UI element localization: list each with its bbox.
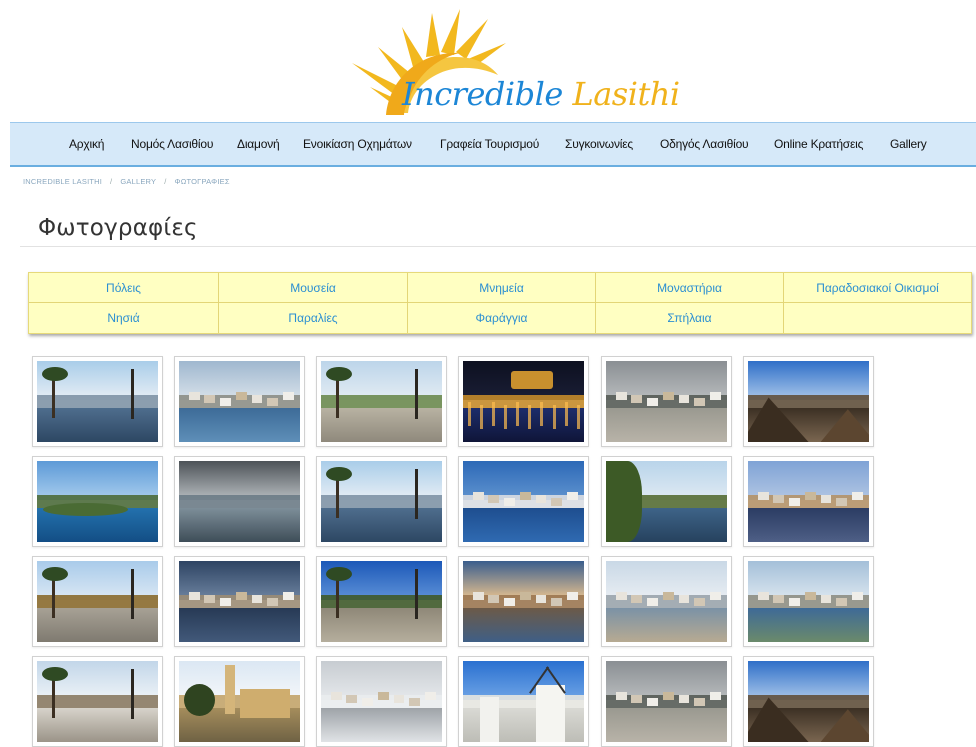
gallery-thumbnail[interactable] [458, 456, 589, 547]
gallery-photo-image [179, 361, 300, 442]
gallery-thumbnail[interactable] [174, 556, 305, 647]
category-cities[interactable]: Πόλεις [29, 273, 219, 303]
category-monuments[interactable]: Μνημεία [408, 273, 596, 303]
gallery-photo-image [748, 561, 869, 642]
category-monasteries[interactable]: Μοναστήρια [596, 273, 784, 303]
gallery-thumbnail[interactable] [601, 356, 732, 447]
gallery-thumbnail[interactable] [458, 556, 589, 647]
logo-word-incredible: Incredible [402, 75, 563, 113]
nav-item-online-booking[interactable]: Online Κρατήσεις [774, 137, 863, 151]
site-logo[interactable]: Incredible Lasithi [340, 5, 680, 117]
gallery-thumbnail[interactable] [743, 356, 874, 447]
gallery-thumbnail[interactable] [743, 456, 874, 547]
category-gorges[interactable]: Φαράγγια [408, 303, 596, 333]
gallery-thumbnail[interactable] [316, 456, 447, 547]
logo-text: Incredible Lasithi [402, 75, 680, 113]
page-title: Φωτογραφίες [38, 215, 198, 241]
gallery-photo-image [321, 561, 442, 642]
breadcrumb-gallery[interactable]: GALLERY [120, 177, 156, 186]
gallery-photo-image [463, 361, 584, 442]
nav-item-transport[interactable]: Συγκοινωνίες [565, 137, 633, 151]
gallery-thumbnail[interactable] [32, 456, 163, 547]
gallery-photo-image [179, 561, 300, 642]
nav-item-guide[interactable]: Οδηγός Λασιθίου [660, 137, 749, 151]
category-empty [784, 303, 971, 333]
gallery-photo-image [321, 661, 442, 742]
gallery-photo-image [321, 361, 442, 442]
gallery-thumbnail[interactable] [174, 656, 305, 747]
gallery-photo-image [606, 361, 727, 442]
nav-item-prefecture[interactable]: Νομός Λασιθίου [131, 137, 213, 151]
gallery-photo-image [606, 561, 727, 642]
gallery-photo-image [463, 661, 584, 742]
gallery-photo-image [37, 661, 158, 742]
gallery-thumbnail[interactable] [743, 656, 874, 747]
category-traditional-villages[interactable]: Παραδοσιακοί Οικισμοί [784, 273, 971, 303]
gallery-thumbnail[interactable] [458, 356, 589, 447]
gallery-photo-image [748, 461, 869, 542]
gallery-thumbnail[interactable] [32, 356, 163, 447]
gallery-thumbnail[interactable] [743, 556, 874, 647]
gallery-thumbnail[interactable] [316, 356, 447, 447]
gallery-thumbnail[interactable] [316, 656, 447, 747]
gallery-photo-image [37, 561, 158, 642]
gallery-thumbnail[interactable] [601, 656, 732, 747]
gallery-thumbnail[interactable] [32, 656, 163, 747]
gallery-photo-image [463, 561, 584, 642]
logo-word-lasithi: Lasithi [572, 75, 680, 113]
gallery-photo-image [606, 661, 727, 742]
gallery-photo-image [463, 461, 584, 542]
breadcrumb-separator: / [110, 177, 113, 186]
gallery-photo-image [321, 461, 442, 542]
gallery-thumbnail[interactable] [601, 556, 732, 647]
gallery-photo-image [37, 461, 158, 542]
nav-item-tourist-offices[interactable]: Γραφεία Τουρισμού [440, 137, 539, 151]
main-nav: Αρχική Νομός Λασιθίου Διαμονή Ενοικίαση … [10, 122, 976, 167]
gallery-photo-image [748, 661, 869, 742]
gallery-photo-image [748, 361, 869, 442]
breadcrumb-home[interactable]: INCREDIBLE LASITHI [23, 177, 102, 186]
category-museums[interactable]: Μουσεία [219, 273, 408, 303]
gallery-photo-image [179, 461, 300, 542]
category-caves[interactable]: Σπήλαια [596, 303, 784, 333]
gallery-thumbnail[interactable] [601, 456, 732, 547]
breadcrumb-separator: / [164, 177, 167, 186]
breadcrumb: INCREDIBLE LASITHI / GALLERY / ΦΩΤΟΓΡΑΦΙΕΣ [23, 177, 230, 186]
title-divider [20, 246, 976, 247]
gallery-photo-image [179, 661, 300, 742]
category-menu: Πόλεις Μουσεία Μνημεία Μοναστήρια Παραδο… [28, 272, 972, 334]
nav-item-car-rental[interactable]: Ενοικίαση Οχημάτων [303, 137, 412, 151]
category-islands[interactable]: Νησιά [29, 303, 219, 333]
nav-item-home[interactable]: Αρχική [69, 137, 104, 151]
gallery-thumbnail[interactable] [32, 556, 163, 647]
category-beaches[interactable]: Παραλίες [219, 303, 408, 333]
nav-item-gallery[interactable]: Gallery [890, 137, 927, 151]
breadcrumb-current: ΦΩΤΟΓΡΑΦΙΕΣ [174, 177, 230, 186]
gallery-thumbnail[interactable] [458, 656, 589, 747]
nav-item-accommodation[interactable]: Διαμονή [237, 137, 280, 151]
gallery-photo-image [37, 361, 158, 442]
gallery-photo-image [606, 461, 727, 542]
gallery-thumbnail[interactable] [174, 356, 305, 447]
gallery-thumbnail[interactable] [316, 556, 447, 647]
gallery-thumbnail[interactable] [174, 456, 305, 547]
